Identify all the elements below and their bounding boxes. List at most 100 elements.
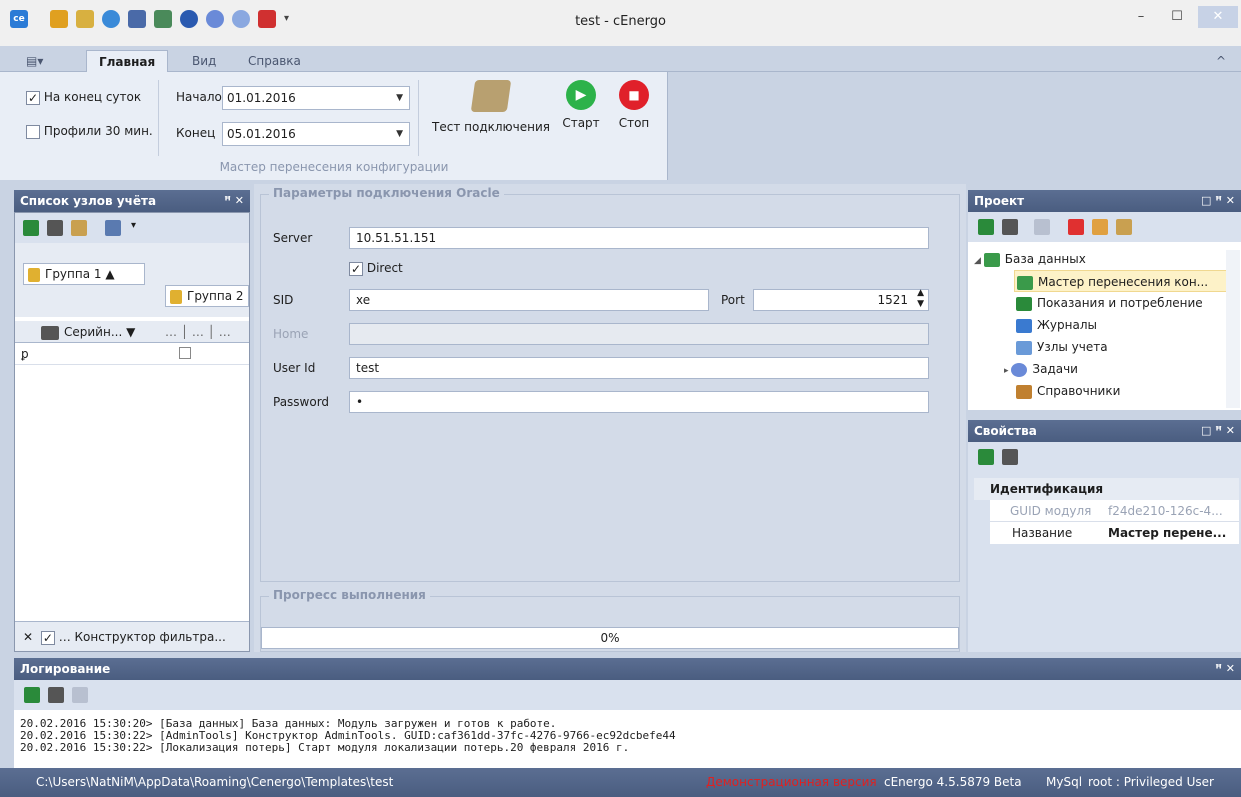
- filter-builder-link[interactable]: … Конструктор фильтра...: [59, 630, 226, 644]
- export-icon[interactable]: [1034, 219, 1050, 235]
- start-button[interactable]: ▶ Старт: [556, 80, 606, 130]
- check-icon: ✓: [349, 261, 363, 276]
- start-date-combo[interactable]: 01.01.2016 ▼: [222, 86, 410, 110]
- copy-icon[interactable]: [72, 687, 88, 703]
- col-serial[interactable]: Серийн... ▼: [41, 321, 135, 343]
- tree-item-references[interactable]: Справочники: [1016, 380, 1120, 402]
- tree-item-readings[interactable]: Показания и потребление: [1016, 292, 1203, 314]
- serial-icon: [41, 325, 59, 340]
- separator: [158, 80, 159, 156]
- excel-icon[interactable]: [978, 449, 994, 465]
- tree-label: Показания и потребление: [1037, 296, 1203, 310]
- check-icon: ✓: [26, 90, 40, 105]
- excel-icon[interactable]: [24, 687, 40, 703]
- properties-panel-header: Свойства □ ꟸ ✕: [968, 420, 1241, 442]
- extra-columns[interactable]: … │ … │ …: [165, 321, 231, 343]
- print-icon[interactable]: [48, 687, 64, 703]
- end-date-value: 05.01.2016: [227, 127, 296, 141]
- reference-icon: [1016, 384, 1032, 399]
- progress-bar: 0%: [261, 627, 959, 649]
- edit-icon[interactable]: [1092, 219, 1108, 235]
- project-panel-title: Проект: [974, 194, 1025, 208]
- tree-item-database[interactable]: ◢ База данных: [974, 248, 1086, 270]
- delete-icon[interactable]: [1068, 219, 1084, 235]
- server-label: Server: [273, 231, 313, 245]
- port-value: 1521: [877, 293, 908, 307]
- property-key: Название: [1012, 526, 1073, 540]
- tree-item-transfer-wizard[interactable]: Мастер перенесения кон...: [1014, 270, 1228, 292]
- minimize-button[interactable]: –: [1124, 6, 1158, 28]
- filter-row-icon: ꝑ: [21, 347, 29, 361]
- clear-filter-icon[interactable]: ✕: [23, 630, 33, 644]
- group-icon[interactable]: [105, 220, 121, 236]
- filter-bar: ✕ ✓ … Конструктор фильтра...: [15, 621, 249, 651]
- category-label: Идентификация: [990, 482, 1104, 496]
- property-category[interactable]: Идентификация: [974, 478, 1239, 500]
- app-menu-button[interactable]: ▤▾: [20, 50, 49, 72]
- print-icon[interactable]: [1002, 449, 1018, 465]
- more-icon[interactable]: ▾: [131, 220, 147, 236]
- print-icon[interactable]: [1002, 219, 1018, 235]
- user-id-input[interactable]: test: [349, 357, 929, 379]
- filter-row[interactable]: ꝑ: [15, 343, 249, 365]
- title-bar: ce ▾ test - cEnergo – ☐ ✕: [0, 0, 1241, 46]
- expanded-arrow-icon: ◢: [974, 256, 984, 266]
- tab-main[interactable]: Главная: [86, 50, 169, 72]
- tree-item-journals[interactable]: Журналы: [1016, 314, 1097, 336]
- group-2-chip[interactable]: Группа 2: [165, 285, 249, 307]
- profiles-checkbox[interactable]: Профили 30 мин.: [26, 124, 153, 139]
- tab-view[interactable]: Вид: [180, 50, 228, 72]
- profiles-label: Профили 30 мин.: [43, 124, 153, 138]
- sid-input[interactable]: xe: [349, 289, 709, 311]
- tree-item-tasks[interactable]: ▸ Задачи: [1004, 358, 1078, 380]
- end-of-day-checkbox[interactable]: ✓ На конец суток: [26, 90, 141, 105]
- oracle-params-legend: Параметры подключения Oracle: [269, 186, 504, 200]
- nodes-icon: [1016, 340, 1032, 355]
- journal-icon: [1016, 318, 1032, 333]
- property-row-name[interactable]: Название Мастер перене...: [990, 522, 1239, 544]
- close-button[interactable]: ✕: [1198, 6, 1238, 28]
- tree-item-nodes[interactable]: Узлы учета: [1016, 336, 1108, 358]
- tab-help[interactable]: Справка: [236, 50, 313, 72]
- chart-icon: [1016, 296, 1032, 311]
- status-db: MySql: [1046, 775, 1083, 789]
- ribbon-tabs: ▤▾ Главная Вид Справка ^: [0, 46, 1241, 72]
- print-icon[interactable]: [47, 220, 63, 236]
- panel-controls-icons[interactable]: □ ꟸ ✕: [1201, 420, 1235, 442]
- panel-pin-close-icons[interactable]: ꟸ ✕: [224, 190, 244, 212]
- status-user: root : Privileged User: [1088, 775, 1214, 789]
- excel-icon[interactable]: [23, 220, 39, 236]
- end-date-combo[interactable]: 05.01.2016 ▼: [222, 122, 410, 146]
- tree-scrollbar[interactable]: [1226, 250, 1240, 408]
- ribbon-group-transfer: ✓ На конец суток Профили 30 мин. Начало …: [0, 72, 668, 180]
- handshake-icon: [470, 80, 512, 112]
- excel-icon[interactable]: [978, 219, 994, 235]
- tree-label: Журналы: [1037, 318, 1097, 332]
- panel-controls-icons[interactable]: □ ꟸ ✕: [1201, 190, 1235, 212]
- maximize-button[interactable]: ☐: [1160, 6, 1194, 28]
- group-1-chip[interactable]: Группа 1 ▲: [23, 263, 145, 285]
- port-stepper[interactable]: 1521 ▲ ▼: [753, 288, 929, 311]
- test-connection-button[interactable]: Тест подключения: [428, 80, 554, 134]
- property-row-guid[interactable]: GUID модуля f24de210-126c-4...: [990, 500, 1239, 522]
- stop-button[interactable]: ■ Стоп: [610, 80, 658, 130]
- window-title: test - cEnergo: [575, 14, 666, 29]
- group-1-label: Группа 1: [45, 267, 102, 281]
- panel-pin-close-icons[interactable]: ꟸ ✕: [1215, 658, 1235, 680]
- filter-enabled-checkbox[interactable]: ✓: [40, 630, 55, 645]
- filter-cell-icon[interactable]: [179, 347, 191, 359]
- properties-toolbar: [968, 442, 1241, 472]
- test-connection-label: Тест подключения: [432, 120, 550, 134]
- spin-icon[interactable]: ▲ ▼: [917, 288, 924, 310]
- password-input[interactable]: •: [349, 391, 929, 413]
- grid-header: Серийн... ▼ … │ … │ …: [15, 321, 249, 343]
- project-panel-header: Проект □ ꟸ ✕: [968, 190, 1241, 212]
- settings-icon[interactable]: [1116, 219, 1132, 235]
- ribbon-collapse-button[interactable]: ^: [1216, 50, 1226, 72]
- server-input[interactable]: 10.51.51.151: [349, 227, 929, 249]
- direct-checkbox[interactable]: ✓ Direct: [349, 261, 403, 276]
- settings-icon[interactable]: [71, 220, 87, 236]
- checkbox-box: [26, 124, 40, 139]
- start-date-value: 01.01.2016: [227, 91, 296, 105]
- tree-label: База данных: [1004, 252, 1086, 266]
